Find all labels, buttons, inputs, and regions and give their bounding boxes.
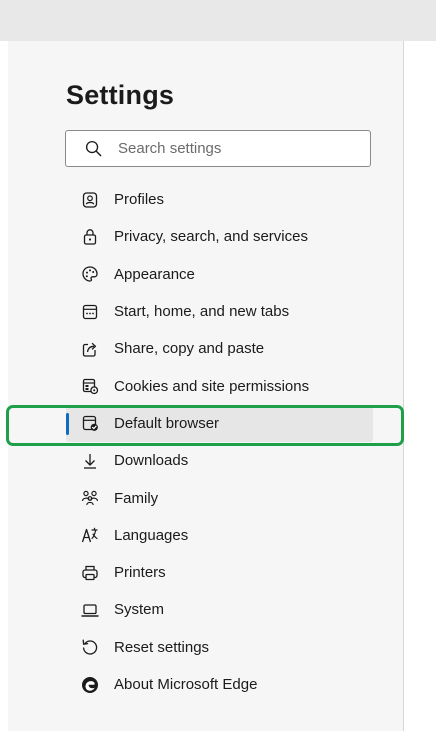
sidebar-item-label: Family xyxy=(114,489,159,507)
sidebar-item-label: About Microsoft Edge xyxy=(114,676,258,693)
printer-icon xyxy=(80,563,100,583)
reset-icon xyxy=(80,637,100,657)
family-icon xyxy=(80,488,100,508)
sidebar-item-printers[interactable]: Printers xyxy=(66,554,373,591)
sidebar-item-system[interactable]: System xyxy=(66,591,373,628)
sidebar-item-share-copy-paste[interactable]: Share, copy and paste xyxy=(66,330,373,367)
sidebar-item-start-home-tabs[interactable]: Start, home, and new tabs xyxy=(66,293,373,330)
sidebar-item-label: Share, copy and paste xyxy=(114,340,265,358)
sidebar-item-label: Start, home, and new tabs xyxy=(114,303,290,321)
edge-logo-icon xyxy=(80,675,100,695)
sidebar-item-appearance[interactable]: Appearance xyxy=(66,256,373,293)
sidebar-item-label: Languages xyxy=(114,526,189,544)
languages-icon xyxy=(80,525,100,545)
sidebar-item-label: Privacy, search, and services xyxy=(114,228,308,246)
search-icon xyxy=(84,140,102,158)
sidebar-item-family[interactable]: Family xyxy=(66,479,373,516)
sidebar-item-default-browser[interactable]: Default browser xyxy=(66,404,373,443)
search-input[interactable] xyxy=(118,140,338,157)
sidebar-item-downloads[interactable]: Downloads xyxy=(66,442,373,479)
download-icon xyxy=(80,451,100,471)
search-box[interactable] xyxy=(65,130,371,167)
profile-icon xyxy=(80,190,100,210)
settings-content-area xyxy=(404,41,436,731)
sidebar-item-label: Profiles xyxy=(114,191,165,209)
sidebar-item-privacy[interactable]: Privacy, search, and services xyxy=(66,218,373,255)
sidebar-item-reset-settings[interactable]: Reset settings xyxy=(66,629,373,666)
sidebar-item-cookies-permissions[interactable]: Cookies and site permissions xyxy=(66,367,373,404)
sidebar-item-profiles[interactable]: Profiles xyxy=(66,181,373,218)
palette-icon xyxy=(80,264,100,284)
window-left-edge xyxy=(0,41,8,731)
sidebar-item-label: Default browser xyxy=(114,414,220,432)
share-icon xyxy=(80,339,100,359)
lock-icon xyxy=(80,227,100,247)
sidebar-item-label: Printers xyxy=(114,564,166,582)
cookies-permissions-icon xyxy=(80,376,100,396)
selected-indicator xyxy=(66,412,69,435)
sidebar-item-label: Appearance xyxy=(114,265,195,283)
settings-nav: Profiles Privacy, search, and services A… xyxy=(66,181,373,703)
page-title: Settings xyxy=(66,80,175,110)
sidebar-item-about-edge[interactable]: About Microsoft Edge xyxy=(66,666,373,703)
sidebar-item-label: Reset settings xyxy=(114,638,210,656)
sidebar-item-label: System xyxy=(114,601,165,619)
sidebar-item-label: Downloads xyxy=(114,452,189,470)
laptop-icon xyxy=(80,600,100,620)
browser-top-strip xyxy=(0,0,436,41)
sidebar-item-label: Cookies and site permissions xyxy=(114,377,310,395)
start-tabs-icon xyxy=(80,302,100,322)
default-browser-icon xyxy=(80,413,100,433)
sidebar-item-languages[interactable]: Languages xyxy=(66,517,373,554)
